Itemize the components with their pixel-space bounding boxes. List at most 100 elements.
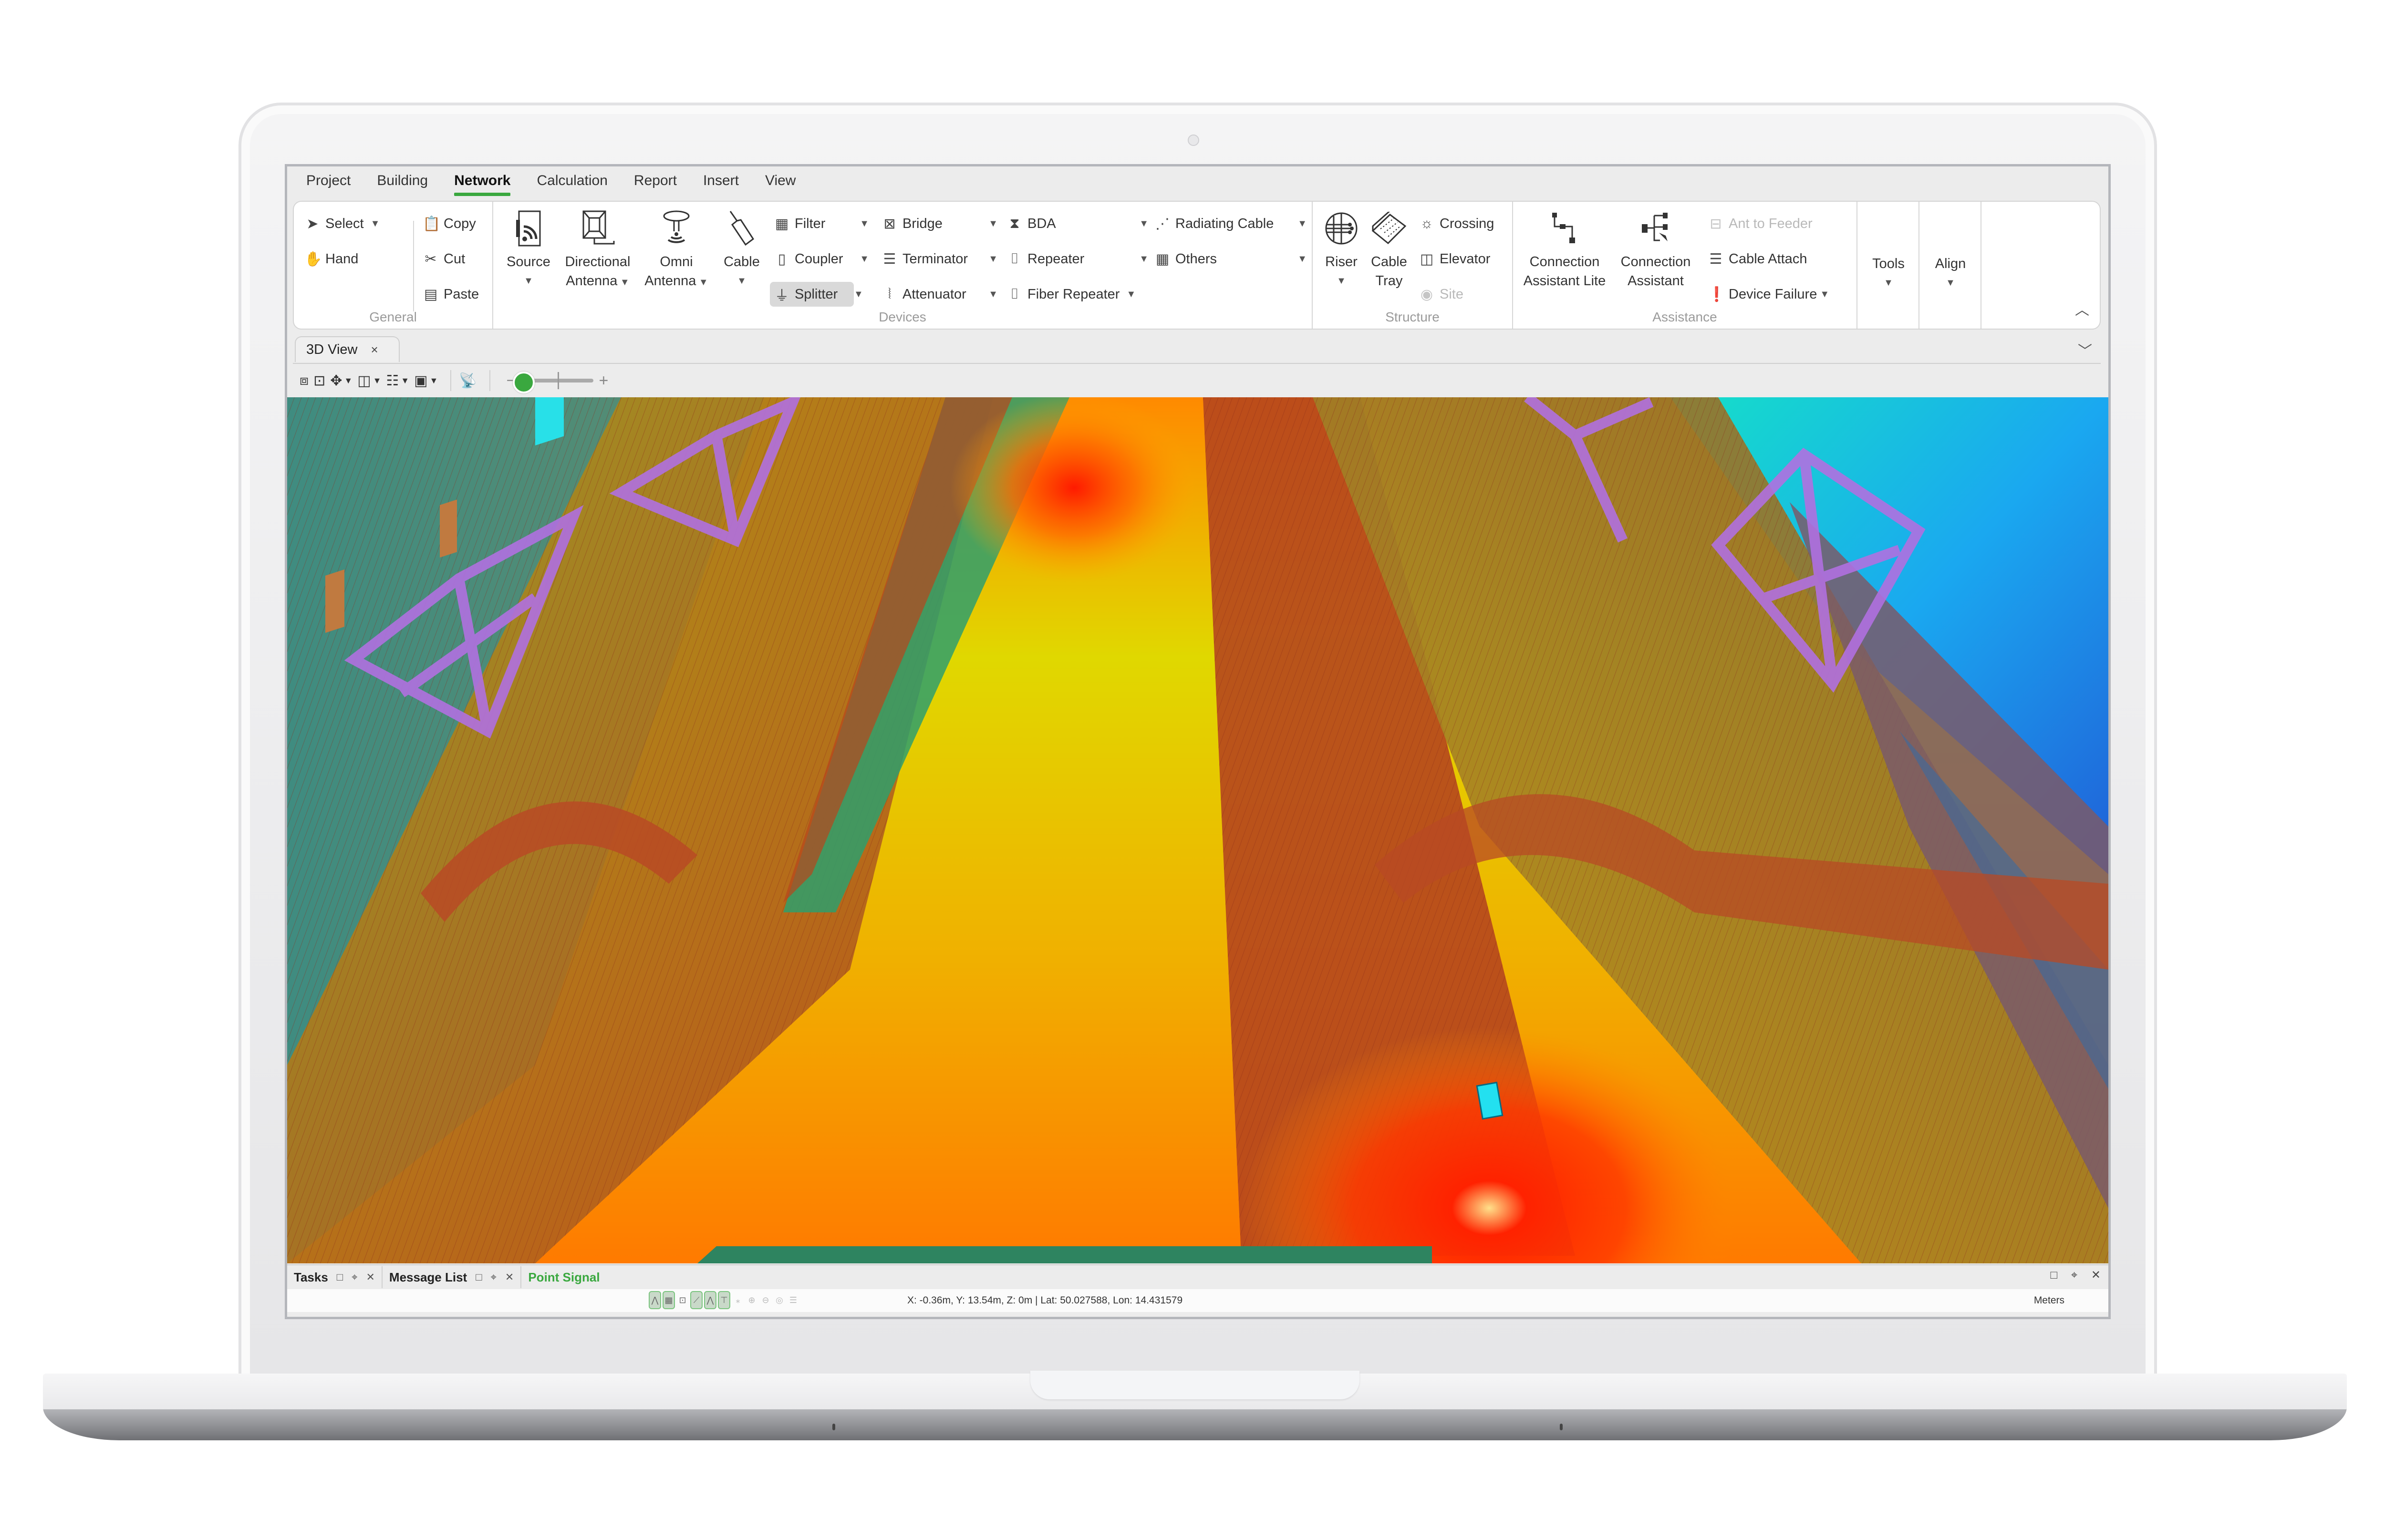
chevron-down-icon: ▼ [1126,289,1136,300]
riser-button[interactable]: Riser ▼ [1317,205,1365,290]
snap-line-icon[interactable]: ⋀ [649,1291,661,1309]
zoom-out-icon[interactable]: ⊖ [759,1291,772,1309]
floor-edge-block [697,1246,1432,1263]
maximize-icon[interactable]: □ [2051,1269,2058,1282]
hand-button[interactable]: ✋ Hand [301,247,362,271]
connection-assistant-icon [1611,205,1700,252]
coupler-button[interactable]: ▯ Coupler ▼ [770,247,873,271]
copy-button[interactable]: 📋 Copy [419,211,480,236]
source-button[interactable]: Source ▼ [500,205,557,290]
camera-view-icon[interactable]: ⊡ [313,372,325,389]
menubar: Project Building Network Calculation Rep… [287,166,2108,196]
bda-button[interactable]: ⧗ BDA ▼ [1003,211,1152,236]
elevator-button[interactable]: ◫ Elevator [1415,247,1494,271]
ant-to-feeder-button[interactable]: ⊟ Ant to Feeder [1704,211,1816,236]
riser-icon [1317,205,1365,252]
filter-button[interactable]: ▦ Filter ▼ [770,211,873,236]
menu-project[interactable]: Project [306,166,351,195]
omni-antenna-button[interactable]: Omni Antenna ▼ [638,205,715,292]
zoom-in-icon[interactable]: ⊕ [746,1291,758,1309]
hand-icon: ✋ [304,251,322,267]
layers-icon[interactable]: ☷ ▼ [386,372,409,389]
zoom-slider[interactable]: − + [501,372,614,393]
3d-viewport[interactable] [287,397,2108,1263]
menu-building[interactable]: Building [377,166,428,195]
pointer-icon[interactable]: ⁎ [732,1291,744,1309]
device-failure-button[interactable]: ❗ Device Failure ▼ [1704,282,1833,307]
pan-move-icon[interactable]: ✥ ▼ [330,372,353,389]
display-mode-icon[interactable]: ▣ ▼ [414,372,438,389]
maximize-icon[interactable]: □ [476,1271,482,1283]
menu-calculation[interactable]: Calculation [537,166,607,195]
panel-tab-point-signal[interactable]: Point Signal [521,1266,606,1288]
repeater-button[interactable]: ⌷ Repeater ▼ [1003,247,1152,271]
insert-icon[interactable]: ⊡ [676,1291,689,1309]
cable-tray-button[interactable]: Cable Tray [1365,205,1413,290]
close-tab-icon[interactable]: × [371,342,378,357]
zoom-fit-icon[interactable]: ◎ [773,1291,786,1309]
connection-assistant-lite-button[interactable]: Connection Assistant Lite [1518,205,1611,290]
crossing-button[interactable]: ☼ Crossing [1415,211,1498,236]
tab-list-chevron-down-icon[interactable]: ﹀ [2078,339,2092,360]
menu-view[interactable]: View [765,166,796,195]
cut-button[interactable]: ✂ Cut [419,247,469,271]
align-button[interactable]: Align ▼ [1919,254,1981,292]
snap-point-icon[interactable]: ⊤ [718,1291,730,1309]
list-icon[interactable]: ☰ [787,1291,799,1309]
grid-snap-icon[interactable]: ▦ [663,1291,675,1309]
tab-3d-view[interactable]: 3D View × [295,336,400,362]
laptop-foot [832,1424,835,1430]
cable-tray-icon [1365,205,1413,252]
panel-tab-message-list[interactable]: Message List □ ⌖ ✕ [383,1266,522,1288]
close-icon[interactable]: ✕ [366,1271,374,1283]
bridge-button[interactable]: ⊠ Bridge ▼ [878,211,1002,236]
status-toolbar: ⋀ ▦ ⊡ ⟋ ⋀ ⊤ ⁎ ⊕ ⊖ ◎ ☰ [649,1291,801,1309]
pin-icon[interactable]: ⌖ [352,1271,357,1283]
cable-attach-button[interactable]: ☰ Cable Attach [1704,247,1811,271]
pin-icon[interactable]: ⌖ [2071,1269,2078,1282]
clipboard-icon: 📋 [423,216,441,232]
connection-assistant-button[interactable]: Connection Assistant [1611,205,1700,290]
tools-button[interactable]: Tools ▼ [1857,254,1919,292]
chevron-down-icon: ▼ [429,375,438,385]
directional-antenna-button[interactable]: Directional Antenna ▼ [557,205,638,292]
radiating-cable-button[interactable]: ⋰ Radiating Cable ▼ [1151,211,1311,236]
box-view-icon[interactable]: ◫ ▼ [357,372,381,389]
units-indicator[interactable]: Meters [2034,1295,2064,1306]
snap-vertex-icon[interactable]: ⋀ [704,1291,716,1309]
ribbon-group-align: Align ▼ [1919,202,1981,329]
others-button[interactable]: ▦ Others ▼ [1151,247,1311,271]
splitter-icon: ⏚ [775,288,789,304]
splitter-button[interactable]: ⏚ Splitter [770,282,854,307]
paste-button[interactable]: ▤ Paste [419,282,483,307]
menu-insert[interactable]: Insert [703,166,739,195]
menu-report[interactable]: Report [634,166,677,195]
terminator-icon: ☰ [883,251,896,267]
3d-settings-icon[interactable]: ⧈ [300,372,309,389]
maximize-icon[interactable]: □ [337,1271,343,1283]
close-icon[interactable]: ✕ [2091,1269,2101,1282]
attenuator-button[interactable]: ⦚ Attenuator ▼ [878,282,1002,307]
panel-tab-tasks[interactable]: Tasks □ ⌖ ✕ [287,1266,383,1288]
zoom-track[interactable] [512,372,593,393]
document-tab-bar: 3D View × ﹀ [293,334,2101,364]
pin-icon[interactable]: ⌖ [491,1271,497,1283]
chevron-down-icon: ▼ [860,218,869,229]
zoom-thumb[interactable] [512,372,535,393]
splitter-dropdown[interactable]: ▼ [847,282,863,307]
snap-edge-icon[interactable]: ⟋ [690,1291,703,1309]
terminator-button[interactable]: ☰ Terminator ▼ [878,247,1002,271]
site-button[interactable]: ◉ Site [1415,282,1467,307]
ribbon-group-structure: Riser ▼ Cable Tray ☼ Crossing ◫ Elevator… [1313,202,1513,329]
source-signal-icon [500,205,557,252]
collapse-ribbon-chevron-up-icon[interactable]: ︿ [2075,298,2089,319]
fiber-repeater-button[interactable]: ⌷ Fiber Repeater ▼ [1003,282,1140,307]
close-icon[interactable]: ✕ [505,1271,514,1283]
chevron-down-icon: ▼ [373,375,382,385]
select-button[interactable]: ➤ Select ▼ [301,211,384,236]
antenna-signal-icon[interactable]: 📡 [459,372,477,389]
cable-button[interactable]: Cable ▼ [716,205,768,290]
zoom-in-icon[interactable]: + [599,372,609,390]
3d-scene[interactable] [287,397,2108,1263]
menu-network[interactable]: Network [454,166,511,196]
